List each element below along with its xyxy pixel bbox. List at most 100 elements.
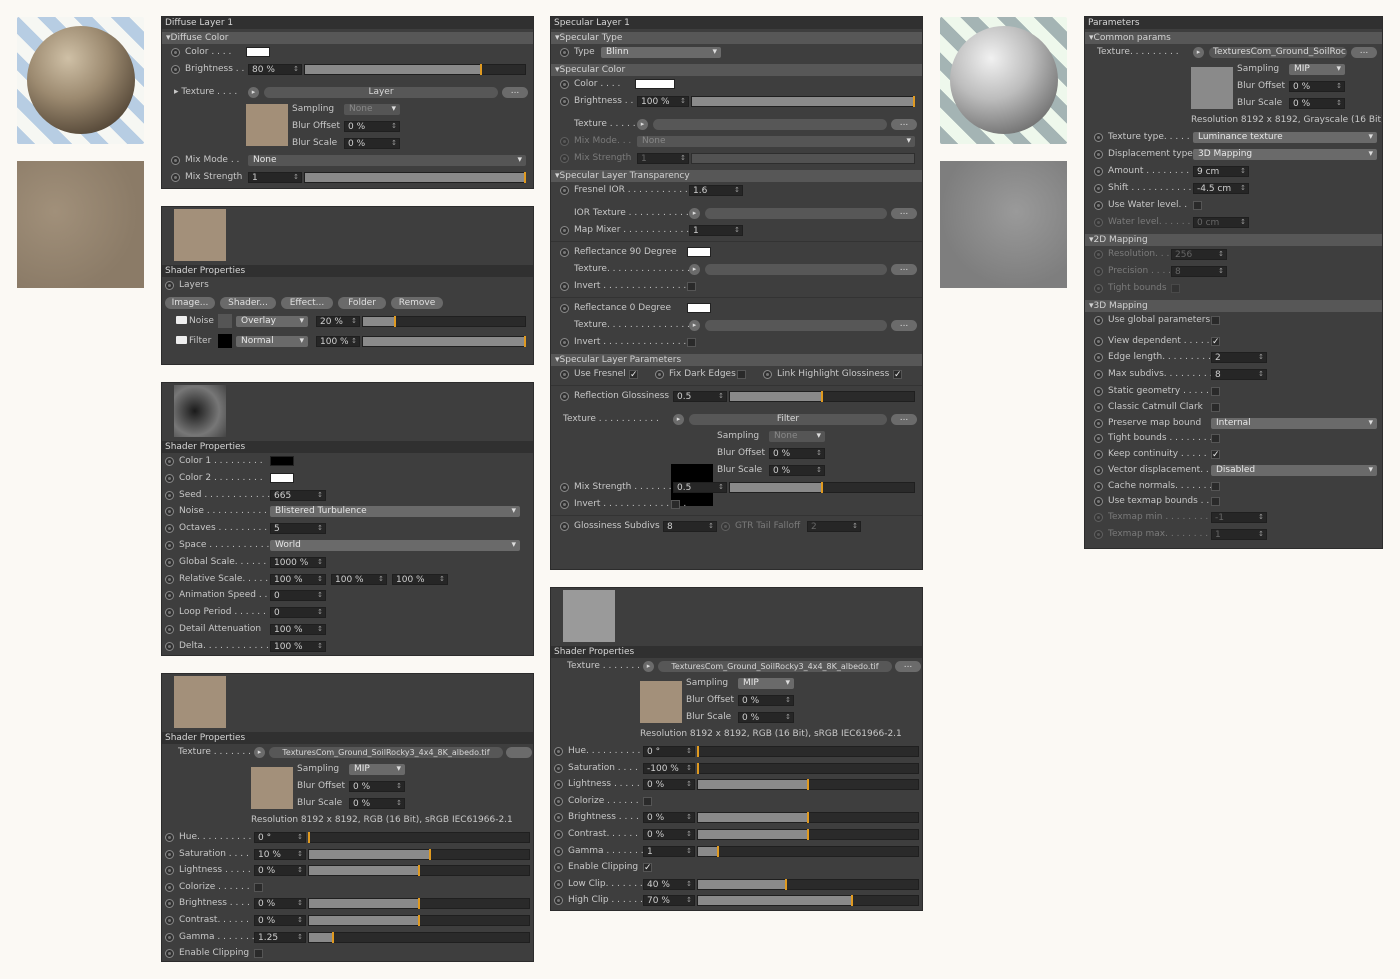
view-dependent-checkbox[interactable]: ✓ [1211,337,1220,347]
texture-arrow-button[interactable]: ▸ [1193,47,1204,58]
anim-radio[interactable] [165,949,174,959]
blur-scale-field[interactable]: 0 % [1289,98,1345,109]
anim-radio[interactable] [560,97,569,106]
shader-button[interactable]: Shader... [220,297,276,309]
anim-radio[interactable] [554,796,563,806]
anim-radio[interactable] [165,899,174,909]
anim-radio[interactable] [165,540,174,550]
folder-button[interactable]: Folder [338,297,386,309]
mix-strength-field[interactable]: 1 [637,153,689,164]
anim-radio[interactable] [560,137,569,146]
filter-opacity-field[interactable]: 100 % [316,336,360,347]
anim-radio[interactable] [763,370,772,379]
anim-radio[interactable] [1094,218,1103,227]
section-common-params[interactable]: Common params [1085,32,1382,44]
param-checkbox[interactable] [643,796,652,806]
eye-icon[interactable] [176,336,187,344]
mix-strength-slider[interactable] [304,172,526,183]
edge-length-field[interactable]: 2 [1211,352,1267,363]
precision-field[interactable]: 8 [1171,266,1227,277]
sampling-dropdown[interactable]: None [769,431,825,442]
param-slider[interactable] [697,895,919,907]
gtr-tail-falloff-field[interactable]: 2 [807,521,861,532]
anim-radio[interactable] [165,591,174,601]
texture-more-button[interactable]: ... [891,119,917,130]
shift-field[interactable]: -4.5 cm [1193,183,1249,194]
param-field[interactable]: 70 % [643,895,695,907]
blur-scale-field[interactable]: 0 % [738,712,794,723]
color-swatch[interactable] [270,456,294,466]
anim-radio[interactable] [1094,450,1103,459]
param-slider[interactable] [308,848,530,860]
param-field[interactable]: 0 % [254,898,306,910]
texture-file-button[interactable]: TexturesCom_Ground_SoilRoc [1209,47,1347,58]
blur-scale-field[interactable]: 0 % [344,138,400,149]
blur-offset-field[interactable]: 0 % [769,448,825,459]
anim-radio[interactable] [165,849,174,859]
sampling-dropdown[interactable]: None [344,104,400,115]
preserve-map-bound-dropdown[interactable]: Internal [1211,418,1377,429]
param-field[interactable]: 1 [643,845,695,857]
anim-radio[interactable] [655,370,664,379]
param-checkbox[interactable] [254,882,263,892]
anim-radio[interactable] [554,780,563,790]
anim-radio[interactable] [560,186,569,195]
anim-radio[interactable] [560,48,569,57]
param-field[interactable]: 0 [270,607,326,619]
section-specular-transparency[interactable]: Specular Layer Transparency [551,170,922,182]
param-slider[interactable] [697,828,919,840]
mix-mode-dropdown[interactable]: None [248,155,526,166]
param-slider[interactable] [697,878,919,890]
anim-radio[interactable] [165,281,174,290]
invert-checkbox[interactable] [687,282,696,291]
texture-more-button[interactable] [506,747,532,758]
param-slider[interactable] [308,832,530,843]
anim-radio[interactable] [165,557,174,567]
glossiness-subdivs-field[interactable]: 8 [663,521,717,532]
anim-radio[interactable] [1094,466,1103,475]
param-field[interactable]: 1000 % [270,556,326,568]
anim-radio[interactable] [560,483,569,492]
anim-radio[interactable] [554,863,563,873]
link-highlight-checkbox[interactable]: ✓ [893,370,902,380]
anim-radio[interactable] [165,624,174,634]
section-diffuse-color[interactable]: Diffuse Color [162,32,533,44]
anim-radio[interactable] [165,490,174,500]
param-field[interactable]: 0 % [643,812,695,824]
filter-opacity-slider[interactable] [362,336,526,347]
color-swatch[interactable] [635,79,675,89]
texture-slot[interactable] [705,264,887,275]
anim-radio[interactable] [1094,403,1103,412]
param-field[interactable]: 665 [270,489,326,501]
param-dropdown[interactable]: Blistered Turbulence [270,506,520,518]
anim-radio[interactable] [560,304,569,313]
anim-radio[interactable] [1094,184,1103,193]
vector-displacement-dropdown[interactable]: Disabled [1211,465,1377,476]
classic-catmull-clark-checkbox[interactable] [1211,403,1220,412]
noise-layer-name[interactable]: Noise [189,316,214,326]
anim-radio[interactable] [171,173,180,182]
color-swatch[interactable] [246,47,270,57]
texmap-max-field[interactable]: 1 [1211,529,1267,540]
param-slider[interactable] [697,812,919,824]
param-slider[interactable] [308,898,530,910]
cache-normals-checkbox[interactable] [1211,482,1220,491]
anim-radio[interactable] [554,747,563,756]
texture-arrow-button[interactable]: ▸ [689,264,700,275]
anim-radio[interactable] [554,879,563,889]
param-field[interactable]: 5 [270,523,326,535]
param-field[interactable]: 10 % [254,848,306,860]
anim-radio[interactable] [560,248,569,257]
anim-radio[interactable] [1094,267,1103,276]
anim-radio[interactable] [165,915,174,925]
reflection-glossiness-slider[interactable] [729,391,915,402]
sampling-dropdown[interactable]: MIP [349,764,405,775]
texture-layer-button[interactable]: Layer [264,87,498,98]
anim-radio[interactable] [165,457,174,466]
param-slider[interactable] [697,779,919,791]
texture-more-button[interactable]: ... [1351,47,1377,58]
amount-field[interactable]: 9 cm [1193,166,1249,177]
anim-radio[interactable] [165,608,174,618]
anim-radio[interactable] [1094,513,1103,522]
brightness-field[interactable]: 100 % [637,96,689,107]
